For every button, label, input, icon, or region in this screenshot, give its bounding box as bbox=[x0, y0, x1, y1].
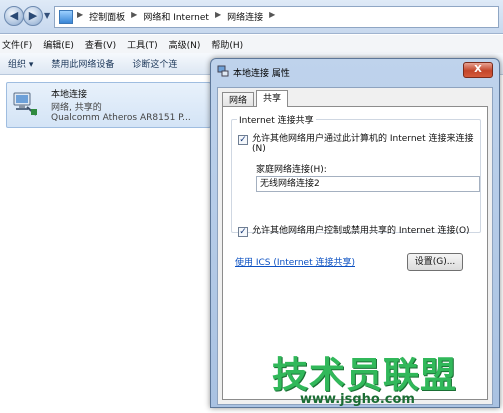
menu-view[interactable]: 查看(V) bbox=[85, 38, 116, 51]
breadcrumb[interactable]: ▶ 控制面板 ▶ 网络和 Internet ▶ 网络连接 ▶ bbox=[54, 6, 499, 28]
group-title: Internet 连接共享 bbox=[237, 113, 316, 126]
dialog-title: 本地连接 属性 bbox=[233, 69, 290, 79]
close-icon[interactable]: X bbox=[463, 62, 493, 78]
breadcrumb-control-panel[interactable]: 控制面板 bbox=[89, 10, 125, 23]
ics-help-link[interactable]: 使用 ICS (Internet 连接共享) bbox=[235, 255, 355, 268]
ics-group: ✓ 允许其他网络用户通过此计算机的 Internet 连接来连接(N) 家庭网络… bbox=[231, 119, 481, 237]
allow-connect-label: 允许其他网络用户通过此计算机的 Internet 连接来连接(N) bbox=[252, 134, 474, 154]
menu-tools[interactable]: 工具(T) bbox=[127, 38, 158, 51]
breadcrumb-network-connections[interactable]: 网络连接 bbox=[227, 10, 263, 23]
address-bar: ◀ ▶ ▼ ▶ 控制面板 ▶ 网络和 Internet ▶ 网络连接 ▶ bbox=[0, 0, 503, 34]
connection-status: 网络, 共享的 bbox=[51, 103, 102, 113]
home-network-select[interactable]: 无线网络连接2 bbox=[256, 176, 480, 192]
menu-advanced[interactable]: 高级(N) bbox=[169, 38, 201, 51]
allow-control-label: 允许其他网络用户控制或禁用共享的 Internet 连接(O) bbox=[252, 226, 470, 236]
diagnose-button[interactable]: 诊断这个连 bbox=[132, 57, 177, 70]
menu-help[interactable]: 帮助(H) bbox=[211, 38, 243, 51]
allow-connect-option[interactable]: ✓ 允许其他网络用户通过此计算机的 Internet 连接来连接(N) bbox=[238, 134, 478, 154]
menu-file[interactable]: 文件(F) bbox=[2, 38, 32, 51]
control-panel-icon bbox=[59, 10, 73, 24]
breadcrumb-separator: ▶ bbox=[214, 10, 222, 19]
network-adapter-icon bbox=[13, 92, 37, 116]
breadcrumb-separator: ▶ bbox=[131, 10, 138, 19]
allow-control-option[interactable]: ✓ 允许其他网络用户控制或禁用共享的 Internet 连接(O) bbox=[238, 226, 478, 237]
menu-edit[interactable]: 编辑(E) bbox=[43, 38, 74, 51]
menu-bar: 文件(F) 编辑(E) 查看(V) 工具(T) 高级(N) 帮助(H) bbox=[0, 35, 503, 53]
tab-network[interactable]: 网络 bbox=[222, 92, 255, 107]
watermark-title: 技术员联盟 bbox=[272, 355, 458, 396]
breadcrumb-network-internet[interactable]: 网络和 Internet bbox=[143, 10, 209, 23]
settings-button[interactable]: 设置(G)... bbox=[407, 253, 463, 271]
allow-control-checkbox[interactable]: ✓ bbox=[238, 227, 248, 237]
connection-device: Qualcomm Atheros AR8151 P... bbox=[51, 113, 191, 123]
back-icon[interactable]: ◀ bbox=[4, 6, 24, 26]
connection-name: 本地连接 bbox=[51, 90, 88, 100]
tab-sharing[interactable]: 共享 bbox=[256, 90, 289, 107]
recent-pages-icon[interactable]: ▼ bbox=[44, 11, 50, 20]
home-network-label: 家庭网络连接(H): bbox=[256, 165, 327, 175]
organize-button[interactable]: 组织 ▾ bbox=[8, 57, 33, 70]
forward-icon[interactable]: ▶ bbox=[23, 6, 43, 26]
list-item[interactable]: 本地连接 网络, 共享的 Qualcomm Atheros AR8151 P..… bbox=[6, 82, 211, 128]
disable-device-button[interactable]: 禁用此网络设备 bbox=[51, 57, 114, 70]
network-connection-icon bbox=[217, 65, 229, 77]
breadcrumb-separator: ▶ bbox=[269, 10, 276, 19]
breadcrumb-separator: ▶ bbox=[77, 10, 84, 19]
allow-connect-checkbox[interactable]: ✓ bbox=[238, 135, 248, 145]
watermark-url: www.jsgho.com bbox=[300, 392, 415, 407]
